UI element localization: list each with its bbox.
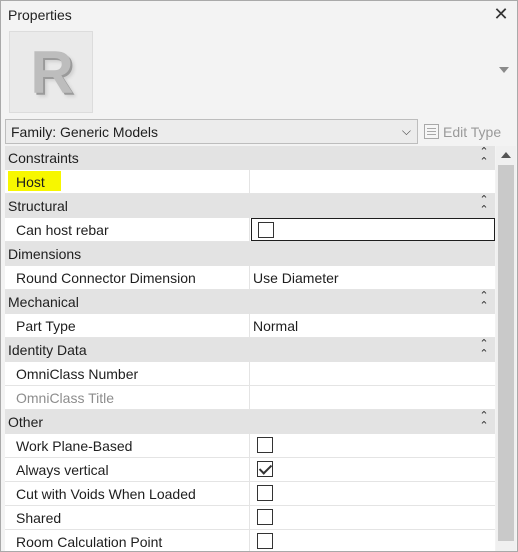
- work-plane-based-checkbox[interactable]: [257, 437, 273, 453]
- property-value-cell[interactable]: Normal: [251, 314, 495, 337]
- group-label: Structural: [8, 198, 68, 214]
- preview-dropdown-icon[interactable]: [499, 67, 509, 73]
- property-value-cell[interactable]: [251, 170, 495, 193]
- property-row-room-calculation-point[interactable]: Room Calculation Point: [5, 530, 495, 551]
- property-name-cell: Always vertical: [5, 458, 250, 481]
- chevron-down-icon: ⌵: [401, 124, 411, 138]
- palette-title: Properties: [8, 7, 72, 23]
- group-identity-data[interactable]: Identity Data ⌃ ⌃: [5, 338, 495, 362]
- property-name: Round Connector Dimension: [16, 270, 196, 286]
- property-name-cell: Part Type: [5, 314, 250, 337]
- scrollbar-thumb[interactable]: [498, 165, 514, 541]
- group-other[interactable]: Other ⌃ ⌃: [5, 410, 495, 434]
- collapse-icon[interactable]: ⌃ ⌃: [479, 147, 489, 168]
- group-dimensions[interactable]: Dimensions: [5, 242, 495, 266]
- property-value-cell[interactable]: Use Diameter: [251, 266, 495, 289]
- group-constraints[interactable]: Constraints ⌃ ⌃: [5, 146, 495, 170]
- property-name: OmniClass Number: [16, 366, 139, 382]
- property-name: OmniClass Title: [16, 390, 115, 406]
- property-value-cell: [251, 386, 495, 409]
- property-value-cell[interactable]: [251, 218, 495, 241]
- edit-type-button[interactable]: Edit Type: [424, 119, 516, 144]
- collapse-icon[interactable]: ⌃ ⌃: [479, 195, 489, 216]
- type-selector-value: Family: Generic Models: [11, 124, 159, 140]
- property-row-work-plane-based[interactable]: Work Plane-Based: [5, 434, 495, 458]
- group-label: Constraints: [8, 150, 79, 166]
- property-grid: Constraints ⌃ ⌃ Host Structural ⌃ ⌃ Can ho…: [5, 146, 495, 551]
- group-structural[interactable]: Structural ⌃ ⌃: [5, 194, 495, 218]
- room-calculation-point-checkbox[interactable]: [257, 533, 273, 549]
- property-value: Use Diameter: [253, 270, 339, 286]
- collapse-icon[interactable]: ⌃ ⌃: [479, 411, 489, 432]
- property-value-cell[interactable]: [251, 362, 495, 385]
- property-name: Can host rebar: [16, 222, 109, 238]
- property-row-shared[interactable]: Shared: [5, 506, 495, 530]
- always-vertical-checkbox[interactable]: [257, 461, 273, 477]
- property-name: Host: [16, 174, 45, 190]
- property-name: Work Plane-Based: [16, 438, 133, 454]
- property-name-cell: OmniClass Title: [5, 386, 250, 409]
- group-mechanical[interactable]: Mechanical ⌃ ⌃: [5, 290, 495, 314]
- property-row-always-vertical[interactable]: Always vertical: [5, 458, 495, 482]
- property-name: Always vertical: [16, 462, 109, 478]
- property-name: Room Calculation Point: [16, 534, 163, 550]
- group-label: Mechanical: [8, 294, 79, 310]
- property-name-cell: Host: [5, 170, 250, 193]
- property-name: Cut with Voids When Loaded: [16, 486, 196, 502]
- property-row-cut-with-voids[interactable]: Cut with Voids When Loaded: [5, 482, 495, 506]
- property-name-cell: Round Connector Dimension: [5, 266, 250, 289]
- properties-palette: Properties ✕ R Family: Generic Models ⌵ …: [0, 0, 518, 552]
- property-name: Shared: [16, 510, 62, 526]
- type-bar: Family: Generic Models ⌵ Edit Type: [1, 117, 517, 145]
- property-row-omniclass-title[interactable]: OmniClass Title: [5, 386, 495, 410]
- property-name-cell: Can host rebar: [5, 218, 250, 241]
- property-name: Part Type: [16, 318, 76, 334]
- shared-checkbox[interactable]: [257, 509, 273, 525]
- revit-logo-icon: R: [30, 38, 73, 106]
- title-bar[interactable]: Properties ✕: [1, 1, 517, 29]
- edit-type-icon: [424, 124, 439, 139]
- vertical-scrollbar[interactable]: [496, 146, 516, 551]
- property-name-cell: Room Calculation Point: [5, 530, 250, 551]
- property-value-cell[interactable]: [251, 482, 495, 505]
- cut-with-voids-checkbox[interactable]: [257, 485, 273, 501]
- collapse-icon[interactable]: ⌃ ⌃: [479, 339, 489, 360]
- property-value-cell[interactable]: [251, 506, 495, 529]
- family-thumbnail: R: [9, 31, 93, 113]
- scroll-up-icon[interactable]: [501, 152, 511, 158]
- edit-type-label: Edit Type: [443, 123, 502, 140]
- property-row-part-type[interactable]: Part Type Normal: [5, 314, 495, 338]
- group-label: Other: [8, 414, 44, 430]
- can-host-rebar-checkbox[interactable]: [258, 222, 274, 238]
- property-value: Normal: [253, 318, 299, 334]
- property-name-cell: Cut with Voids When Loaded: [5, 482, 250, 505]
- property-name-cell: Shared: [5, 506, 250, 529]
- property-row-omniclass-number[interactable]: OmniClass Number: [5, 362, 495, 386]
- type-selector[interactable]: Family: Generic Models ⌵: [5, 119, 418, 144]
- property-value-cell[interactable]: [251, 530, 495, 551]
- property-name-cell: Work Plane-Based: [5, 434, 250, 457]
- property-row-round-connector[interactable]: Round Connector Dimension Use Diameter: [5, 266, 495, 290]
- group-label: Dimensions: [8, 246, 82, 262]
- close-icon[interactable]: ✕: [491, 4, 511, 24]
- group-label: Identity Data: [8, 342, 87, 358]
- property-value-cell[interactable]: [251, 434, 495, 457]
- collapse-icon[interactable]: ⌃ ⌃: [479, 291, 489, 312]
- property-row-can-host-rebar[interactable]: Can host rebar: [5, 218, 495, 242]
- property-name-cell: OmniClass Number: [5, 362, 250, 385]
- property-value-cell[interactable]: [251, 458, 495, 481]
- type-preview: R: [1, 29, 517, 117]
- property-row-host[interactable]: Host: [5, 170, 495, 194]
